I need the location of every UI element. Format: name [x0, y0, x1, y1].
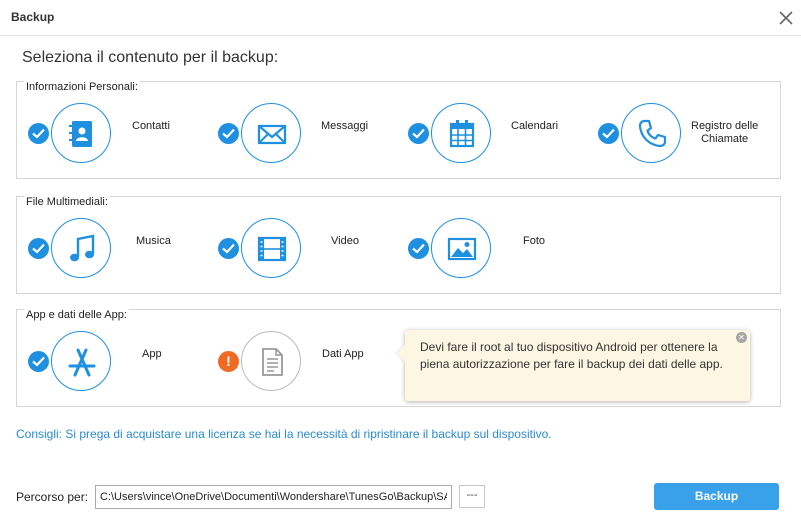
- app-store-icon[interactable]: [51, 331, 111, 391]
- root-warning-popup: Devi fare il root al tuo dispositivo And…: [405, 330, 750, 401]
- checkmark-icon[interactable]: [28, 351, 49, 372]
- checkmark-icon[interactable]: [598, 123, 619, 144]
- group-label: Informazioni Personali:: [24, 81, 140, 93]
- item-label-line: Registro delle: [691, 120, 759, 132]
- calendar-icon[interactable]: [431, 103, 491, 163]
- item-label: Musica: [136, 235, 171, 247]
- item-label: Dati App: [322, 348, 364, 360]
- group-label: App e dati delle App:: [24, 309, 129, 321]
- item-label: App: [142, 348, 162, 360]
- window-title: Backup: [11, 10, 55, 24]
- close-icon[interactable]: [776, 8, 796, 28]
- item-contacts[interactable]: Contatti: [28, 103, 208, 163]
- page-title: Seleziona il contenuto per il backup:: [22, 49, 279, 66]
- browse-button[interactable]: ---: [459, 485, 485, 508]
- item-label: Calendari: [511, 120, 559, 132]
- item-messages[interactable]: Messaggi: [218, 103, 398, 163]
- item-app-data[interactable]: ! Dati App: [218, 331, 398, 391]
- document-icon[interactable]: [241, 331, 301, 391]
- backup-button[interactable]: Backup: [654, 483, 779, 510]
- checkmark-icon[interactable]: [408, 123, 429, 144]
- film-icon[interactable]: [241, 218, 301, 278]
- item-label: Registro delle Chiamate: [691, 120, 758, 146]
- item-video[interactable]: Video: [218, 218, 398, 278]
- phone-icon[interactable]: [621, 103, 681, 163]
- item-label: Contatti: [132, 120, 170, 132]
- checkmark-icon[interactable]: [218, 123, 239, 144]
- item-app[interactable]: App: [28, 331, 208, 391]
- item-calendars[interactable]: Calendari: [408, 103, 588, 163]
- item-label: Video: [331, 235, 359, 247]
- license-tip: Consigli: Si prega di acquistare una lic…: [16, 427, 552, 441]
- contacts-icon[interactable]: [51, 103, 111, 163]
- checkmark-icon[interactable]: [28, 123, 49, 144]
- warning-icon: !: [218, 351, 239, 372]
- music-note-icon[interactable]: [51, 218, 111, 278]
- item-call-log[interactable]: Registro delle Chiamate: [598, 103, 778, 163]
- checkmark-icon[interactable]: [408, 238, 429, 259]
- envelope-icon[interactable]: [241, 103, 301, 163]
- group-personal-info: Informazioni Personali: Contatti Messagg…: [16, 81, 781, 179]
- path-label: Percorso per:: [16, 490, 89, 504]
- picture-icon[interactable]: [431, 218, 491, 278]
- popup-text: Devi fare il root al tuo dispositivo And…: [420, 340, 723, 371]
- checkmark-icon[interactable]: [28, 238, 49, 259]
- backup-path-input[interactable]: [95, 485, 452, 509]
- close-icon[interactable]: ✕: [736, 332, 747, 343]
- checkmark-icon[interactable]: [218, 238, 239, 259]
- group-label: File Multimediali:: [24, 196, 110, 208]
- item-label-line: Chiamate: [701, 133, 749, 145]
- title-bar: Backup: [0, 0, 801, 36]
- item-label: Messaggi: [321, 120, 369, 132]
- item-music[interactable]: Musica: [28, 218, 208, 278]
- group-media-files: File Multimediali: Musica Video Foto: [16, 196, 781, 294]
- item-photos[interactable]: Foto: [408, 218, 588, 278]
- item-label: Foto: [523, 235, 546, 247]
